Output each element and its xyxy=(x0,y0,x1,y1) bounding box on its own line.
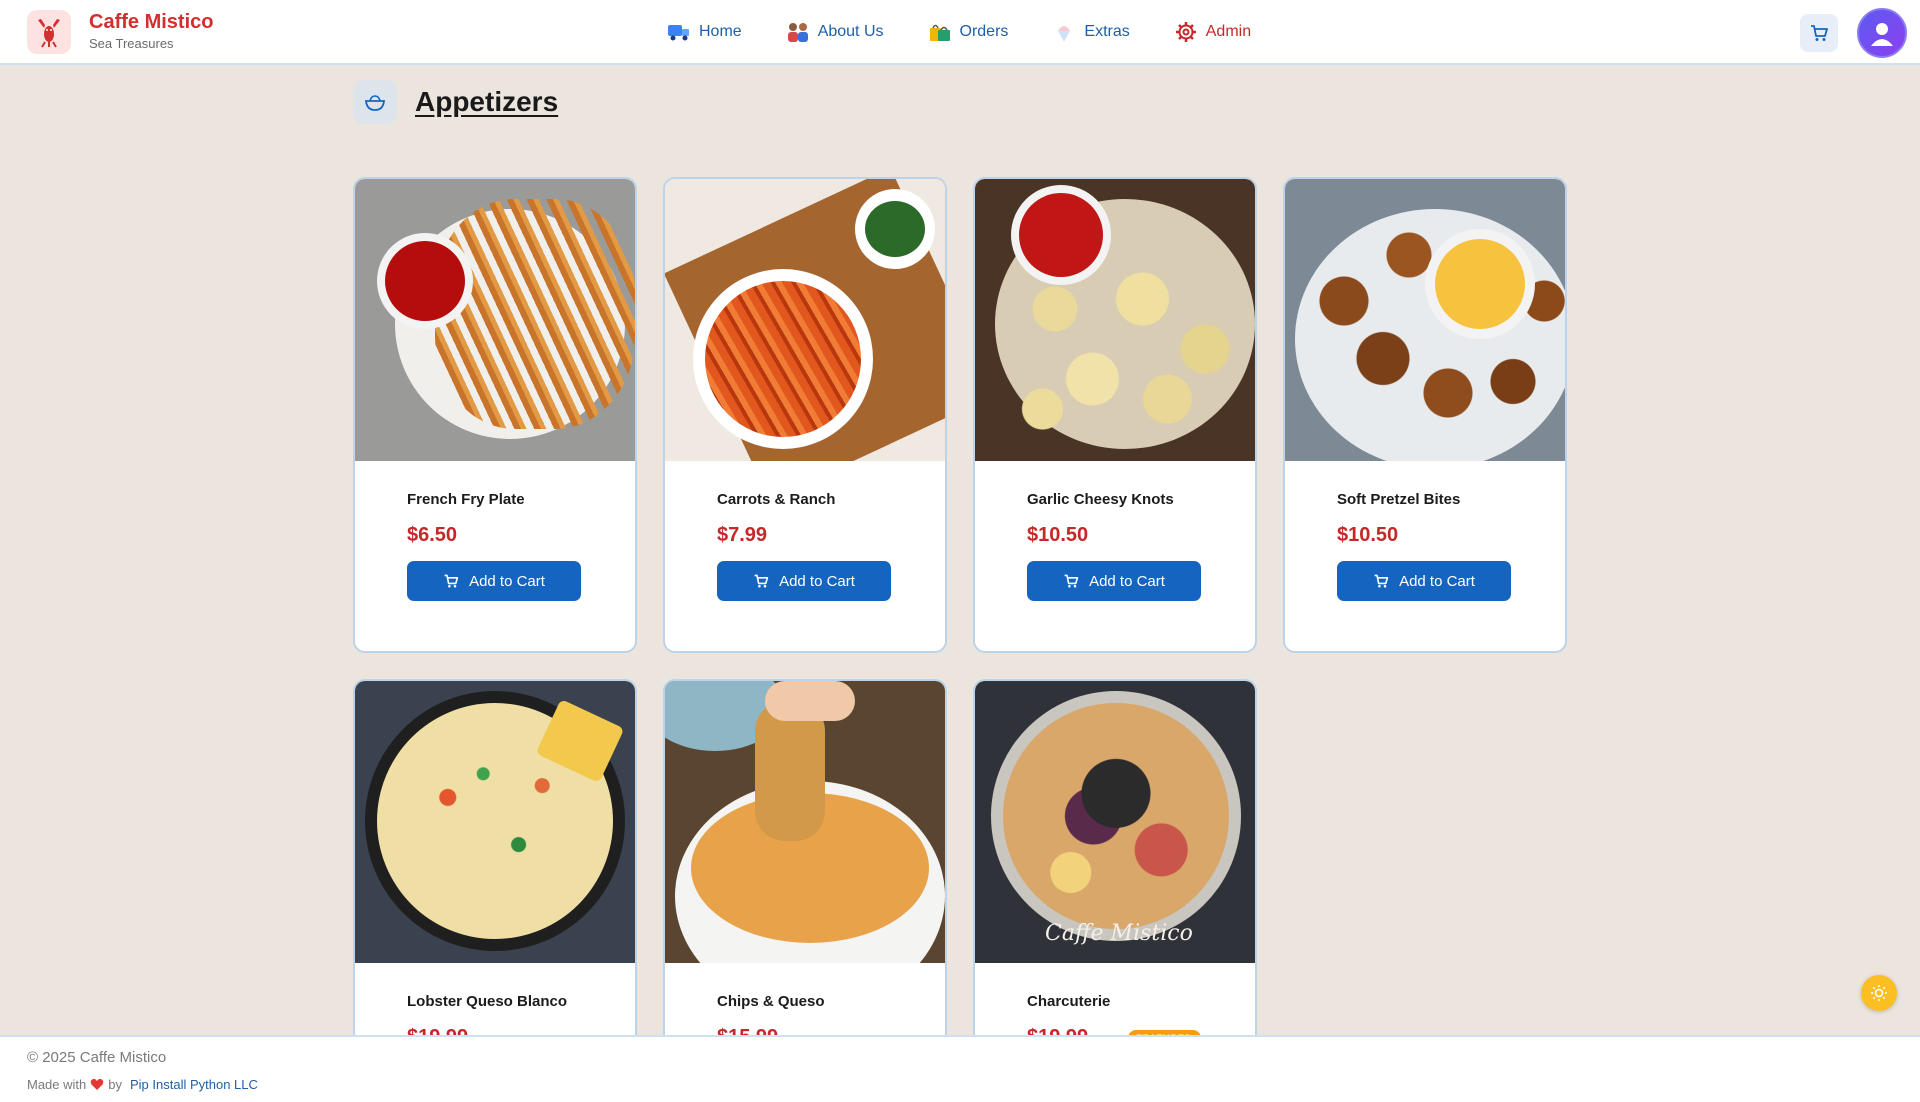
nav-about-label: About Us xyxy=(817,23,884,40)
section-title: Appetizers xyxy=(415,86,559,117)
product-name: Lobster Queso Blanco xyxy=(407,993,568,1010)
add-to-cart-label: Add to Cart xyxy=(1089,572,1165,590)
product-name: Soft Pretzel Bites xyxy=(1337,491,1461,508)
cart-icon xyxy=(444,574,459,588)
product-name: Charcuterie xyxy=(1027,993,1111,1010)
nav-orders[interactable]: Orders xyxy=(928,20,1009,44)
image-watermark: Caffe Mistico xyxy=(1045,921,1193,946)
people-icon xyxy=(786,20,810,44)
add-to-cart-label: Add to Cart xyxy=(1399,572,1475,590)
brand-subtitle: Sea Treasures xyxy=(89,36,174,51)
footer-credit: Made with by Pip Install Python LLC xyxy=(27,1077,258,1092)
product-price: $6.50 xyxy=(407,524,458,546)
product-price: $10.50 xyxy=(1027,524,1089,546)
truck-icon xyxy=(667,20,691,44)
add-to-cart-button[interactable]: Add to Cart xyxy=(717,561,891,601)
gear-icon xyxy=(1174,20,1198,44)
heart-icon xyxy=(90,1078,104,1090)
product-name: Garlic Cheesy Knots xyxy=(1027,491,1174,508)
section-header: Appetizers xyxy=(353,80,558,124)
brand[interactable]: Caffe Mistico Sea Treasures xyxy=(27,10,213,54)
ice-cream-icon xyxy=(1052,20,1076,44)
made-with-text: Made with xyxy=(27,1077,87,1092)
product-name: Chips & Queso xyxy=(717,993,825,1010)
product-card: Carrots & Ranch $7.99 Add to Cart xyxy=(663,177,947,653)
product-image[interactable] xyxy=(665,681,945,963)
cart-icon xyxy=(1064,574,1079,588)
footer-copyright: © 2025 Caffe Mistico xyxy=(27,1049,167,1066)
nav-extras-label: Extras xyxy=(1084,23,1130,40)
add-to-cart-button[interactable]: Add to Cart xyxy=(1027,561,1201,601)
by-text: by xyxy=(108,1077,122,1092)
footer: © 2025 Caffe Mistico Made with by Pip In… xyxy=(0,1035,1920,1102)
product-image[interactable] xyxy=(1285,179,1565,461)
top-navigation-bar: Caffe Mistico Sea Treasures Home About U… xyxy=(0,0,1920,65)
sun-icon xyxy=(1871,985,1887,1001)
cart-button[interactable] xyxy=(1800,14,1838,52)
bowl-icon xyxy=(353,80,397,124)
nav-orders-label: Orders xyxy=(959,23,1009,40)
user-icon xyxy=(1871,23,1893,46)
shopping-bags-icon xyxy=(928,20,952,44)
product-image[interactable] xyxy=(355,179,635,461)
nav-home[interactable]: Home xyxy=(667,20,742,44)
nav-admin[interactable]: Admin xyxy=(1174,20,1251,44)
company-link[interactable]: Pip Install Python LLC xyxy=(130,1077,258,1092)
product-card: French Fry Plate $6.50 Add to Cart xyxy=(353,177,637,653)
product-price: $7.99 xyxy=(717,524,768,546)
cart-icon xyxy=(1374,574,1389,588)
cart-icon xyxy=(1811,25,1828,41)
product-price: $10.50 xyxy=(1337,524,1399,546)
add-to-cart-label: Add to Cart xyxy=(469,572,545,590)
product-image[interactable] xyxy=(975,179,1255,461)
add-to-cart-label: Add to Cart xyxy=(779,572,855,590)
add-to-cart-button[interactable]: Add to Cart xyxy=(1337,561,1511,601)
product-name: French Fry Plate xyxy=(407,491,525,508)
theme-toggle-button[interactable] xyxy=(1861,975,1897,1011)
product-image[interactable] xyxy=(355,681,635,963)
user-avatar[interactable] xyxy=(1857,8,1907,58)
cart-icon xyxy=(754,574,769,588)
add-to-cart-button[interactable]: Add to Cart xyxy=(407,561,581,601)
product-image[interactable]: Caffe Mistico xyxy=(975,681,1255,963)
product-card: Garlic Cheesy Knots $10.50 Add to Cart xyxy=(973,177,1257,653)
product-image[interactable] xyxy=(665,179,945,461)
nav-admin-label: Admin xyxy=(1205,23,1252,40)
main-nav: Home About Us Orders Extras Admin xyxy=(667,20,1251,44)
product-name: Carrots & Ranch xyxy=(717,491,836,508)
nav-about-us[interactable]: About Us xyxy=(786,20,884,44)
brand-name: Caffe Mistico xyxy=(89,11,214,33)
nav-extras[interactable]: Extras xyxy=(1052,20,1130,44)
product-card: Soft Pretzel Bites $10.50 Add to Cart xyxy=(1283,177,1567,653)
lobster-logo-icon xyxy=(27,10,71,54)
nav-home-label: Home xyxy=(699,23,742,40)
